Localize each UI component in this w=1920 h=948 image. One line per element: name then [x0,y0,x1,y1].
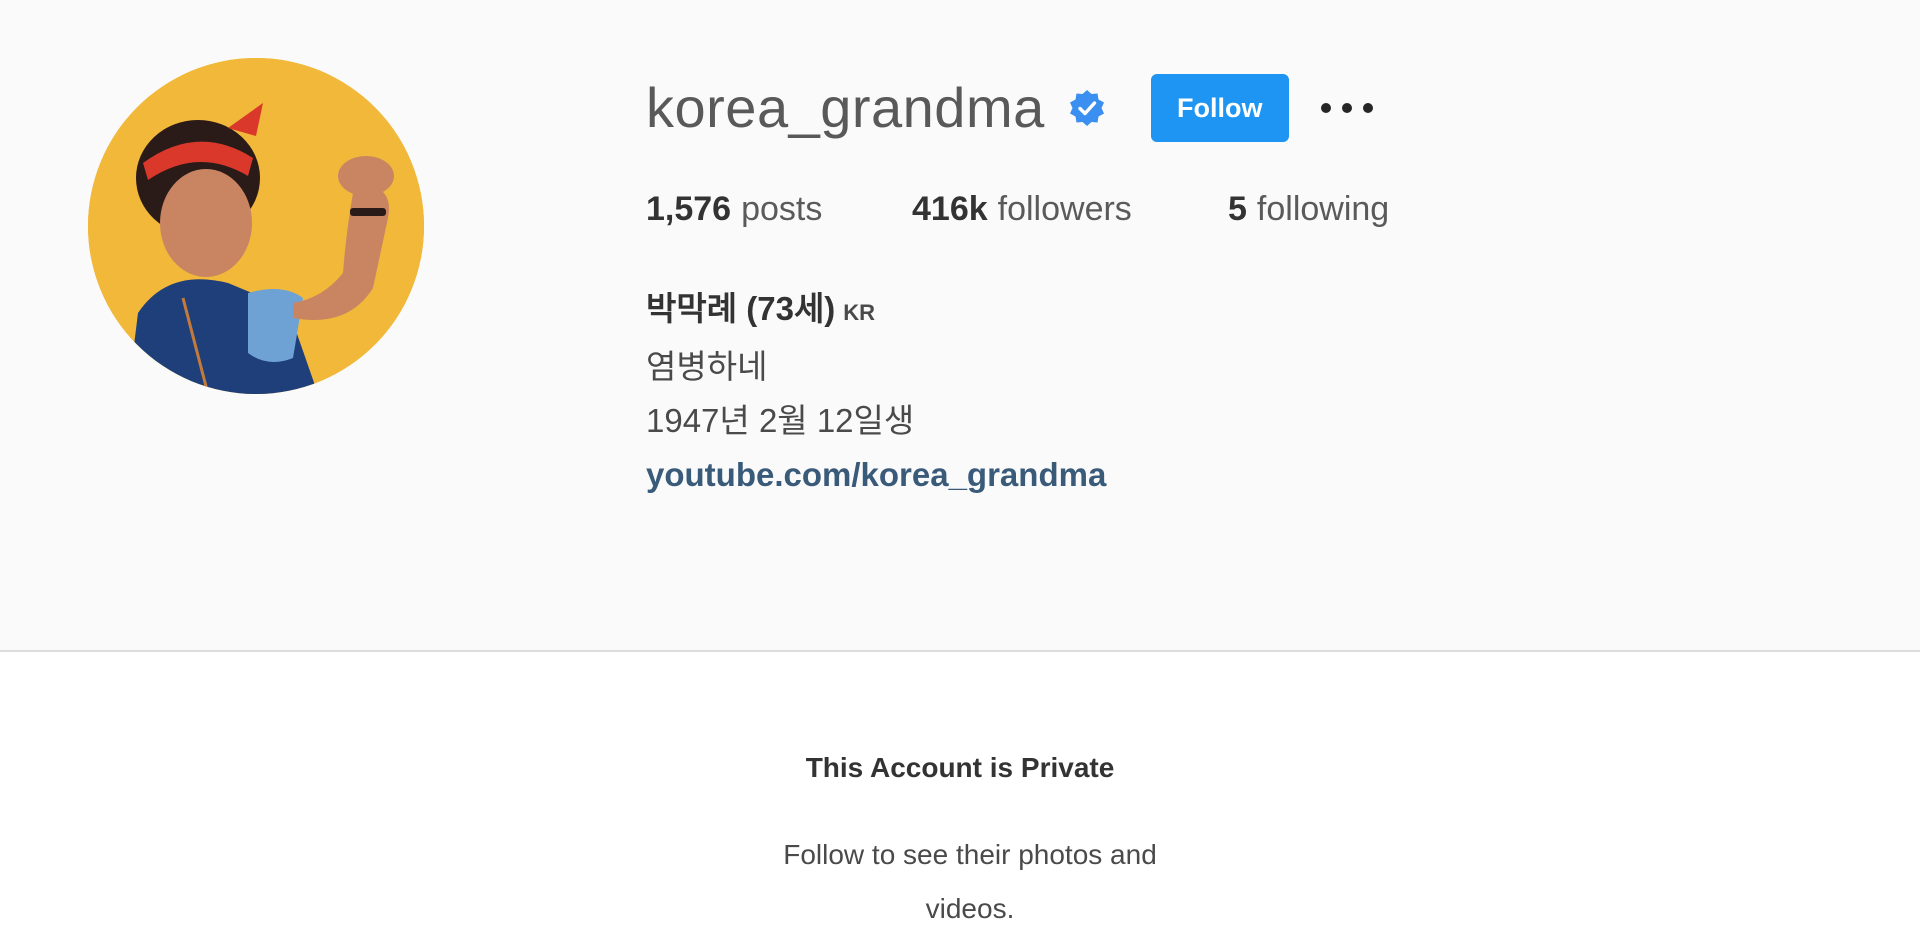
following-stat[interactable]: 5 following [1228,190,1389,229]
dot-icon [1320,103,1331,113]
bio-line-2: 1947년 2월 12일생 [646,402,915,439]
avatar[interactable] [88,58,424,394]
private-title: This Account is Private [805,752,1115,783]
username-row: korea_grandma Follow [646,68,1373,148]
posts-label: posts [741,190,823,228]
dot-icon [1362,103,1373,113]
followers-stat[interactable]: 416k followers [912,190,1228,229]
profile-page: korea_grandma Follow 1,576 posts 416k fo… [0,0,1920,948]
following-label: following [1256,190,1390,228]
profile-bio: 박막례 (73세) KR 염병하네 1947년 2월 12일생 youtube.c… [646,282,1106,502]
private-account-notice: This Account is Private Follow to see th… [0,652,1920,948]
posts-count: 1,576 [646,190,732,228]
followers-label: followers [997,190,1132,228]
profile-header: korea_grandma Follow 1,576 posts 416k fo… [0,0,1920,650]
bio-link[interactable]: youtube.com/korea_grandma [646,456,1106,493]
more-horizontal-icon[interactable] [1320,98,1373,118]
profile-photo-icon [88,58,424,394]
follow-button[interactable]: Follow [1150,74,1289,142]
bio-name-row: 박막례 (73세) KR [646,282,1106,340]
private-text: Follow to see their photos and videos. [783,839,1157,924]
verified-badge-icon [1069,90,1104,126]
bio-name: 박막례 (73세) [646,290,836,327]
followers-count: 416k [912,190,988,228]
bio-line-1: 염병하네 [646,348,768,385]
dot-icon [1341,103,1352,113]
following-count: 5 [1228,190,1247,228]
posts-stat: 1,576 posts [646,190,912,229]
profile-stats: 1,576 posts 416k followers 5 following [646,190,1389,229]
username: korea_grandma [646,76,1045,139]
bio-country: KR [843,300,876,325]
